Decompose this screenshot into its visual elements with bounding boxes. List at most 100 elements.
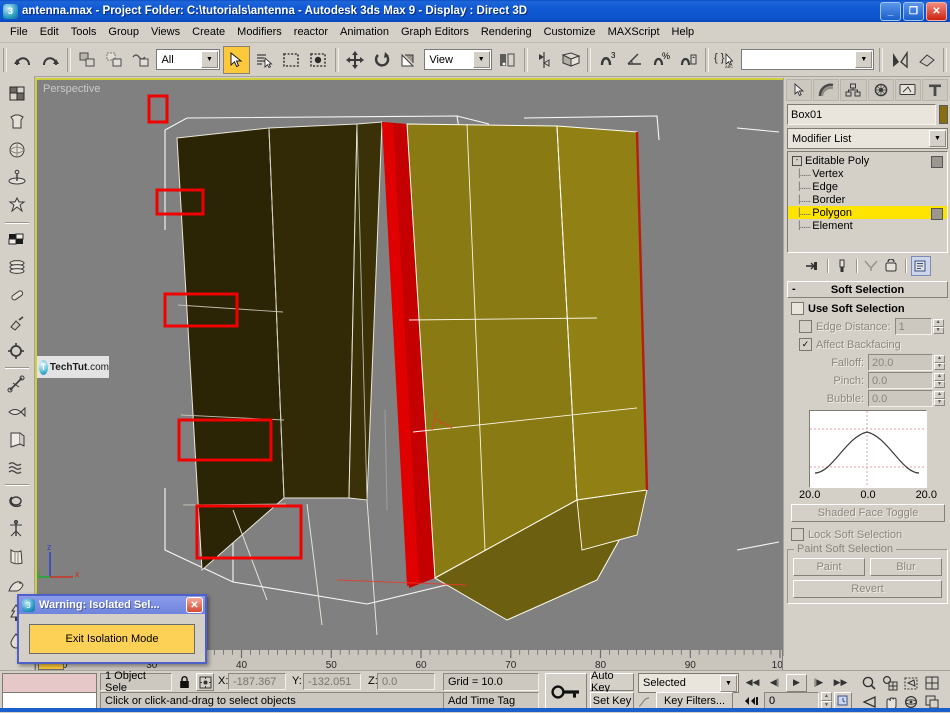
expand-collapse-icon[interactable]: - [792,156,802,166]
falloff-spinner[interactable]: ▲▼ [934,355,945,370]
named-selection-sets-icon[interactable]: { }ABC [713,47,738,73]
stack-item-vertex[interactable]: |......Vertex [788,167,947,180]
stack-item-edge[interactable]: |......Edge [788,180,947,193]
menu-item-customize[interactable]: Customize [538,24,602,40]
select-and-link-icon[interactable] [75,47,100,73]
snaps-toggle-3-icon[interactable]: 3 [595,47,620,73]
chevron-down-icon[interactable]: ▼ [720,675,737,692]
utilities-tab-icon[interactable] [922,79,948,101]
perspective-viewport[interactable]: z y x Perspective T TechTut .com [35,78,785,652]
menu-item-modifiers[interactable]: Modifiers [231,24,288,40]
skeleton-bone-icon[interactable] [3,370,31,398]
paint-roller-icon[interactable] [3,309,31,337]
affect-backfacing-checkbox[interactable]: ✓ [799,338,812,351]
bubble-field[interactable]: 0.0 [868,390,933,407]
x-coordinate-field[interactable]: -187.367 [228,673,286,690]
reference-coordinate-combo[interactable]: View ▼ [424,49,491,70]
next-frame-icon[interactable]: |▶ [808,673,829,692]
menu-item-reactor[interactable]: reactor [288,24,334,40]
select-and-uniform-scale-icon[interactable] [396,47,421,73]
chevron-down-icon[interactable]: ▼ [855,51,872,68]
paint-button[interactable]: Paint [793,558,865,576]
go-to-start-icon[interactable]: ◀◀ [742,673,763,692]
menu-item-tools[interactable]: Tools [65,24,103,40]
layer-manager-icon[interactable] [914,47,939,73]
modifier-list-dropdown[interactable]: Modifier List ▼ [787,128,948,149]
sphere-ball-icon[interactable] [3,136,31,164]
create-tab-icon[interactable] [786,79,812,101]
clothing-icon[interactable] [3,108,31,136]
box-primitives-icon[interactable] [3,80,31,108]
rectangular-selection-region-icon[interactable] [279,47,304,73]
chevron-down-icon[interactable]: ▼ [201,51,218,68]
turntable-icon[interactable] [3,164,31,192]
menu-item-animation[interactable]: Animation [334,24,395,40]
curtain-icon[interactable] [3,543,31,571]
shaded-face-toggle-button[interactable]: Shaded Face Toggle [791,504,945,522]
modify-tab-icon[interactable] [813,79,839,101]
previous-frame-icon[interactable]: ◀| [764,673,785,692]
close-button[interactable]: ✕ [926,2,947,21]
biped-character-icon[interactable] [3,192,31,220]
select-and-move-icon[interactable] [343,47,368,73]
use-soft-selection-checkbox[interactable] [791,302,804,315]
make-unique-icon[interactable] [862,257,880,275]
stack-coils-icon[interactable] [3,253,31,281]
set-key-curve-icon[interactable] [636,694,652,709]
show-end-result-icon[interactable] [833,257,851,275]
window-crossing-icon[interactable] [306,47,331,73]
mirror-icon[interactable] [532,47,557,73]
stack-item-border[interactable]: |......Border [788,193,947,206]
object-name-field[interactable] [787,104,936,125]
play-animation-icon[interactable]: ▶ [786,674,807,692]
menu-item-group[interactable]: Group [102,24,145,40]
menu-item-graph-editors[interactable]: Graph Editors [395,24,475,40]
fish-icon[interactable] [3,398,31,426]
selection-lock-icon[interactable] [176,674,192,690]
align-icon[interactable] [558,47,583,73]
stack-item-polygon[interactable]: |......Polygon [788,206,947,219]
menu-item-views[interactable]: Views [145,24,186,40]
menu-item-file[interactable]: File [4,24,34,40]
soft-selection-rollout-header[interactable]: - Soft Selection [787,281,948,298]
angle-snap-toggle-icon[interactable] [622,47,647,73]
named-selection-combo[interactable]: ▼ [741,49,874,70]
go-to-end-icon[interactable]: ▶▶ [830,673,851,692]
viewport-label[interactable]: Perspective [43,83,100,95]
selection-filter-combo[interactable]: All ▼ [156,49,220,70]
menu-item-edit[interactable]: Edit [34,24,65,40]
hierarchy-tab-icon[interactable] [840,79,866,101]
stack-item-element[interactable]: |......Element [788,219,947,232]
key-filter-set-combo[interactable]: Selected ▼ [638,673,739,693]
remove-modifier-icon[interactable] [882,257,900,275]
object-color-swatch[interactable] [939,105,948,124]
chevron-down-icon[interactable]: ▼ [473,51,490,68]
stack-item-editable-poly[interactable]: -Editable Poly [788,154,947,167]
key-mode-toggle-icon[interactable] [545,673,587,710]
select-object-icon[interactable] [223,46,250,74]
collapse-icon[interactable]: - [792,283,796,295]
warning-close-button[interactable]: ✕ [186,597,203,613]
use-pivot-point-center-icon[interactable] [495,47,520,73]
select-and-rotate-icon[interactable] [370,47,395,73]
blur-button[interactable]: Blur [870,558,942,576]
zoom-extents-icon[interactable] [900,673,921,692]
auto-key-button[interactable]: Auto Key [590,673,634,691]
chevron-down-icon[interactable]: ▼ [929,130,946,147]
redo-icon[interactable] [38,47,63,73]
undo-icon[interactable] [11,47,36,73]
configure-modifier-sets-icon[interactable] [911,256,931,276]
menu-item-help[interactable]: Help [666,24,701,40]
percent-snap-toggle-icon[interactable]: % [649,47,674,73]
spinner-snap-toggle-icon[interactable] [676,47,701,73]
select-by-name-icon[interactable] [252,47,277,73]
zoom-all-icon[interactable] [879,673,900,692]
pinch-spinner[interactable]: ▲▼ [934,373,945,388]
mirror-tool-icon[interactable] [887,47,912,73]
lock-soft-selection-checkbox[interactable] [791,528,804,541]
motion-tab-icon[interactable] [868,79,894,101]
paper-fold-icon[interactable] [3,426,31,454]
maxscript-mini-listener-pink[interactable] [2,673,97,693]
capsule-icon[interactable] [3,281,31,309]
menu-item-create[interactable]: Create [186,24,231,40]
